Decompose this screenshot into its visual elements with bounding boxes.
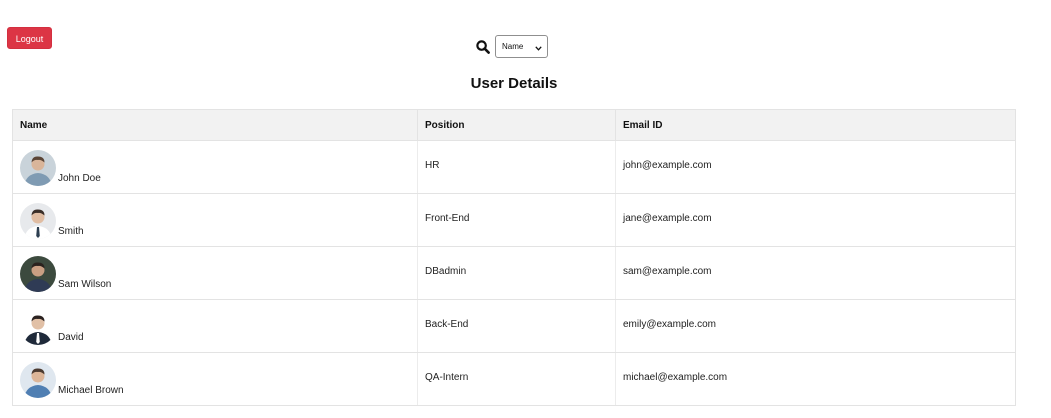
page-title: User Details — [470, 75, 558, 92]
user-position: Front-End — [425, 212, 470, 224]
user-email: michael@example.com — [623, 371, 728, 383]
user-email: john@example.com — [623, 159, 712, 171]
position-cell: Front-End — [417, 193, 616, 247]
name-cell: David — [12, 299, 418, 353]
name-cell-content: Michael Brown — [20, 360, 410, 398]
user-position: QA-Intern — [425, 371, 469, 383]
search-bar: Name — [476, 35, 548, 58]
avatar — [20, 256, 56, 292]
column-header-email: Email ID — [615, 109, 1016, 141]
name-cell-content: Sam Wilson — [20, 254, 410, 292]
email-cell: emily@example.com — [615, 299, 1016, 353]
email-cell: michael@example.com — [615, 352, 1016, 406]
email-cell: jane@example.com — [615, 193, 1016, 247]
name-cell: Sam Wilson — [12, 246, 418, 300]
table-header-row: Name Position Email ID — [12, 109, 1016, 141]
user-email: emily@example.com — [623, 318, 716, 330]
position-cell: DBadmin — [417, 246, 616, 300]
user-email: sam@example.com — [623, 265, 712, 277]
name-cell: Smith — [12, 193, 418, 247]
user-email: jane@example.com — [623, 212, 712, 224]
user-position: DBadmin — [425, 265, 467, 277]
table-row: David Back-End emily@example.com — [12, 299, 1016, 353]
avatar — [20, 362, 56, 398]
user-name: David — [58, 332, 84, 343]
avatar — [20, 309, 56, 345]
column-header-position: Position — [417, 109, 616, 141]
table-row: John Doe HR john@example.com — [12, 140, 1016, 194]
search-filter-select[interactable]: Name — [495, 35, 548, 58]
table-row: Sam Wilson DBadmin sam@example.com — [12, 246, 1016, 300]
user-position: HR — [425, 159, 440, 171]
name-cell-content: John Doe — [20, 148, 410, 186]
position-cell: QA-Intern — [417, 352, 616, 406]
avatar — [20, 203, 56, 239]
chevron-down-icon — [535, 44, 542, 51]
table-row: Smith Front-End jane@example.com — [12, 193, 1016, 247]
user-name: Michael Brown — [58, 385, 124, 396]
name-cell-content: David — [20, 307, 410, 345]
avatar — [20, 150, 56, 186]
column-header-name: Name — [12, 109, 418, 141]
user-table-body: John Doe HR john@example.com Smith Front… — [12, 140, 1016, 406]
search-filter-value: Name — [502, 42, 524, 51]
page: Logout Name User Details Name Position E… — [0, 0, 1051, 418]
search-icon[interactable] — [476, 39, 490, 54]
user-name: John Doe — [58, 173, 101, 184]
name-cell: John Doe — [12, 140, 418, 194]
email-cell: john@example.com — [615, 140, 1016, 194]
user-name: Smith — [58, 226, 84, 237]
name-cell: Michael Brown — [12, 352, 418, 406]
email-cell: sam@example.com — [615, 246, 1016, 300]
position-cell: HR — [417, 140, 616, 194]
position-cell: Back-End — [417, 299, 616, 353]
user-table: Name Position Email ID John Doe HR john@… — [12, 109, 1016, 406]
user-name: Sam Wilson — [58, 279, 112, 290]
user-position: Back-End — [425, 318, 469, 330]
logout-button[interactable]: Logout — [7, 27, 52, 49]
table-row: Michael Brown QA-Intern michael@example.… — [12, 352, 1016, 406]
name-cell-content: Smith — [20, 201, 410, 239]
